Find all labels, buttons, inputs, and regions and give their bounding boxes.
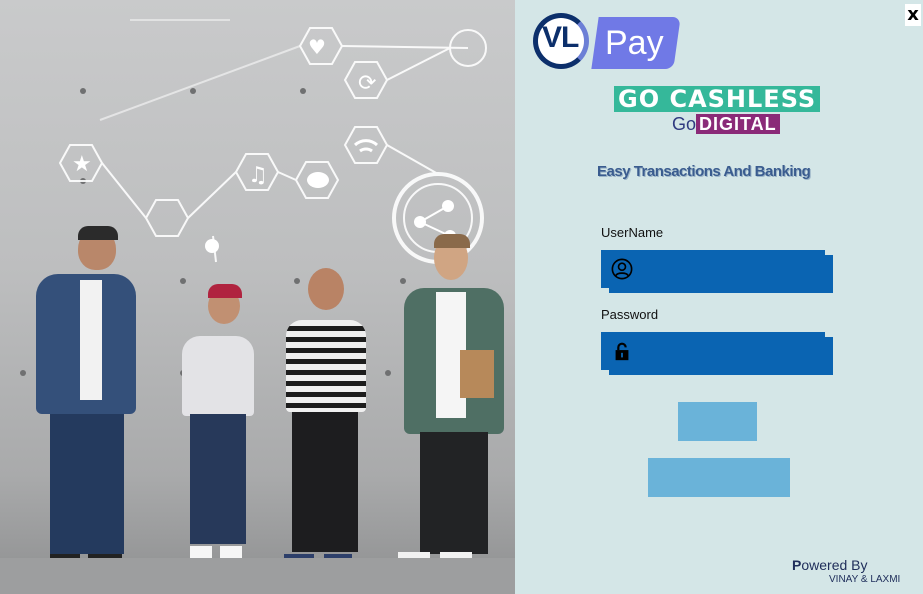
password-input[interactable] — [641, 336, 825, 368]
wall-dot — [385, 370, 391, 376]
password-label: Password — [601, 307, 659, 322]
username-label: UserName — [601, 225, 664, 240]
svg-text:♥: ♥ — [308, 35, 326, 59]
powered-by-rest: owered By — [801, 557, 868, 573]
svg-text:⟳: ⟳ — [358, 71, 376, 96]
go-digital-prefix: Go — [672, 114, 697, 134]
go-digital-banner: Go DIGITAL — [672, 114, 780, 134]
logo-vl-text: VL — [542, 21, 579, 54]
vlpay-logo: VL Pay — [533, 13, 681, 75]
floor — [0, 558, 515, 594]
password-field[interactable] — [601, 332, 825, 370]
go-digital-word: DIGITAL — [696, 114, 780, 134]
powered-by-initial: P — [792, 557, 802, 573]
svg-text:♫: ♫ — [248, 163, 268, 188]
logo-pay-text: Pay — [605, 24, 664, 62]
login-button[interactable] — [678, 402, 757, 441]
person-figure — [398, 234, 508, 586]
close-button[interactable]: x — [905, 4, 921, 26]
username-field[interactable] — [601, 250, 825, 288]
user-circle-icon — [611, 258, 633, 280]
tagline: Easy Transactions And Banking — [597, 163, 811, 180]
username-input[interactable] — [641, 254, 825, 286]
secondary-button[interactable] — [648, 458, 790, 497]
person-figure — [28, 226, 138, 588]
powered-by-label: Powered By — [792, 557, 868, 573]
go-cashless-banner: GO CASHLESS — [614, 86, 821, 112]
company-name: VINAY & LAXMI — [829, 574, 901, 585]
svg-text:★: ★ — [72, 152, 92, 177]
logo-pay-block: Pay — [591, 17, 681, 69]
padlock-icon — [615, 342, 629, 361]
wall-dot — [20, 370, 26, 376]
hero-image: ★ ♥ ♫ ⟳ — [0, 0, 515, 594]
login-window: ★ ♥ ♫ ⟳ x VL Pay GO CASHLESS Go DIGITAL … — [0, 0, 923, 594]
login-panel: x VL Pay GO CASHLESS Go DIGITAL Easy Tran… — [515, 0, 923, 594]
person-figure — [176, 284, 256, 584]
person-figure — [280, 264, 370, 588]
